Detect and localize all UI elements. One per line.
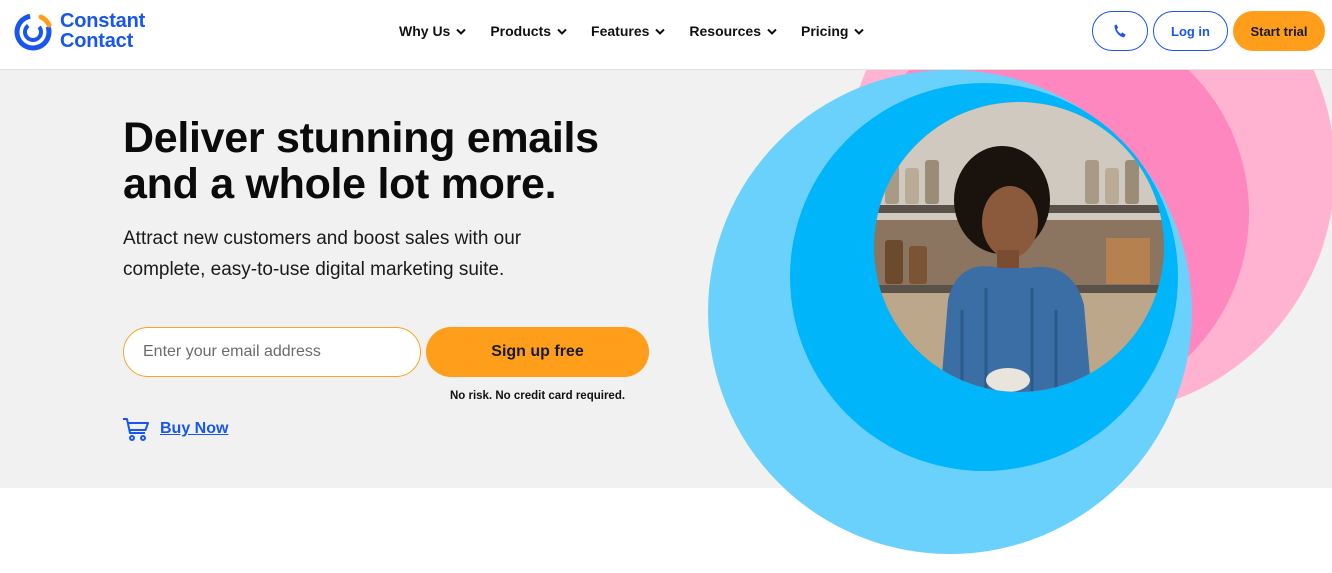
email-input[interactable] — [123, 327, 421, 377]
nav-pricing-label: Pricing — [800, 23, 849, 39]
cart-icon — [123, 418, 149, 441]
nav-features-label: Features — [591, 23, 650, 39]
site-header: Constant Contact Why Us Products Feature… — [0, 0, 1332, 70]
login-button[interactable]: Log in — [1153, 11, 1228, 51]
chevron-down-icon — [557, 28, 567, 35]
nav-features[interactable]: Features — [591, 23, 666, 39]
logo-line-2: Contact — [60, 30, 134, 52]
nav-products-label: Products — [490, 23, 552, 39]
nav-why-us-label: Why Us — [399, 23, 451, 39]
nav-pricing[interactable]: Pricing — [800, 23, 865, 39]
constant-contact-logo[interactable]: Constant Contact — [13, 10, 173, 52]
hero-subcopy-line-2: complete, easy-to-use digital marketing … — [123, 259, 505, 280]
main-nav: Why Us Products Features Resources Prici… — [399, 20, 865, 42]
hero-section: Deliver stunning emails and a whole lot … — [0, 70, 1332, 488]
phone-button[interactable] — [1092, 11, 1148, 51]
nav-resources[interactable]: Resources — [689, 23, 777, 39]
buy-now-label: Buy Now — [160, 420, 229, 437]
start-trial-button[interactable]: Start trial — [1233, 11, 1325, 51]
hero-headline-line-1: Deliver stunning emails — [123, 114, 599, 162]
hero-subcopy-line-1: Attract new customers and boost sales wi… — [123, 228, 522, 249]
chevron-down-icon — [767, 28, 777, 35]
nav-resources-label: Resources — [689, 23, 761, 39]
chevron-down-icon — [655, 28, 666, 35]
chevron-down-icon — [854, 28, 865, 35]
nav-products[interactable]: Products — [490, 23, 567, 39]
logo-mark-icon — [14, 13, 52, 51]
hero-headline: Deliver stunning emails and a whole lot … — [123, 115, 683, 207]
chevron-down-icon — [456, 28, 467, 35]
hero-headline-line-2: and a whole lot more. — [123, 160, 557, 208]
sign-up-free-button[interactable]: Sign up free — [426, 327, 649, 377]
logo-wordmark: Constant Contact — [60, 11, 145, 51]
hero-subcopy: Attract new customers and boost sales wi… — [123, 223, 603, 285]
buy-now-link[interactable]: Buy Now — [122, 416, 228, 442]
logo-line-1: Constant — [60, 10, 146, 32]
phone-icon — [1114, 24, 1126, 38]
nav-why-us[interactable]: Why Us — [399, 23, 467, 39]
disclaimer-text: No risk. No credit card required. — [449, 390, 626, 402]
